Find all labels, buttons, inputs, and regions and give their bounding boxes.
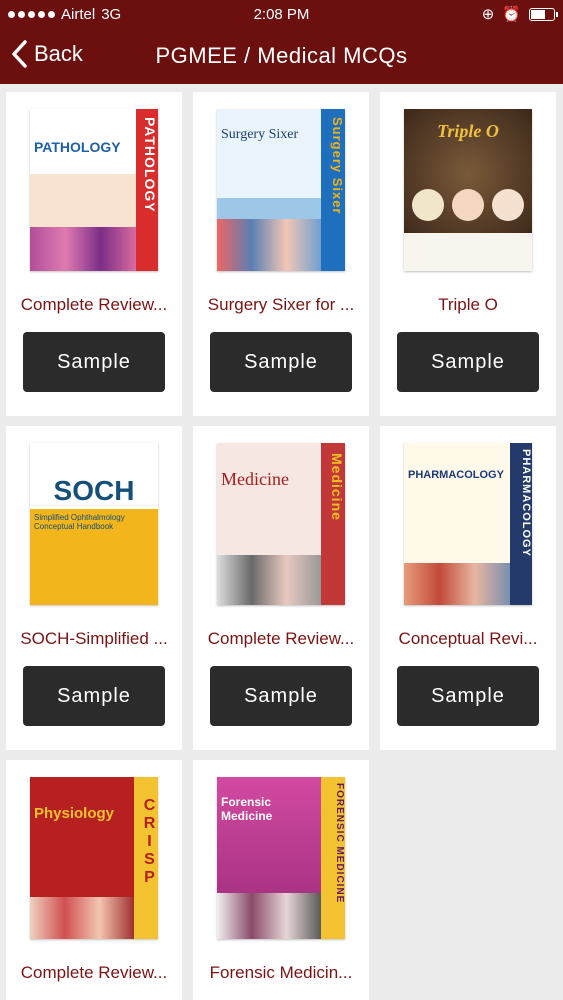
book-cover-image[interactable]: Surgery Sixer Surgery Sixer bbox=[217, 109, 345, 271]
cover-title: SOCH bbox=[53, 475, 135, 506]
book-cover-image[interactable]: Physiology CRISP bbox=[30, 777, 158, 939]
clock: 2:08 PM bbox=[253, 6, 310, 23]
cover-title: Surgery Sixer bbox=[221, 127, 299, 142]
cover-title: PATHOLOGY bbox=[34, 139, 121, 155]
cover-spine-text: PATHOLOGY bbox=[142, 117, 158, 213]
sample-button[interactable]: Sample bbox=[210, 666, 352, 726]
cover-title: Forensic Medicine bbox=[221, 795, 273, 823]
book-card[interactable]: PHARMACOLOGY PHARMACOLOGY Conceptual Rev… bbox=[380, 426, 556, 750]
book-title[interactable]: SOCH-Simplified ... bbox=[10, 629, 178, 649]
navigation-bar: Back PGMEE / Medical MCQs bbox=[0, 30, 563, 84]
sample-button[interactable]: Sample bbox=[23, 332, 165, 392]
book-title[interactable]: Complete Review... bbox=[10, 295, 178, 315]
book-cover-image[interactable]: PHARMACOLOGY PHARMACOLOGY bbox=[404, 443, 532, 605]
book-cover-image[interactable]: Triple O bbox=[404, 109, 532, 271]
book-title[interactable]: Conceptual Revi... bbox=[384, 629, 552, 649]
book-title[interactable]: Complete Review... bbox=[10, 963, 178, 983]
book-card[interactable]: Surgery Sixer Surgery Sixer Surgery Sixe… bbox=[193, 92, 369, 416]
book-card[interactable]: Forensic Medicine FORENSIC MEDICINE Fore… bbox=[193, 760, 369, 1000]
cover-subtitle: Simplified Ophthalmology Conceptual Hand… bbox=[34, 513, 125, 531]
book-card[interactable]: Physiology CRISP Complete Review... bbox=[6, 760, 182, 1000]
cover-spine-text: FORENSIC MEDICINE bbox=[334, 783, 345, 904]
book-title[interactable]: Forensic Medicin... bbox=[197, 963, 365, 983]
book-card[interactable]: Triple O Triple O Sample bbox=[380, 92, 556, 416]
cover-spine-text: Medicine bbox=[329, 453, 345, 521]
book-title[interactable]: Complete Review... bbox=[197, 629, 365, 649]
cover-spine-text: Surgery Sixer bbox=[330, 117, 345, 215]
status-icons: ⊕ ⏰ bbox=[481, 5, 558, 23]
cover-title: Physiology bbox=[34, 805, 115, 822]
sample-button[interactable]: Sample bbox=[210, 332, 352, 392]
book-cover-image[interactable]: Forensic Medicine FORENSIC MEDICINE bbox=[217, 777, 345, 939]
cover-title: Medicine bbox=[221, 469, 289, 489]
sample-button[interactable]: Sample bbox=[23, 666, 165, 726]
battery-icon bbox=[529, 7, 558, 21]
cover-title: PHARMACOLOGY bbox=[408, 469, 504, 481]
book-card[interactable]: PATHOLOGY PATHOLOGY Complete Review... S… bbox=[6, 92, 182, 416]
status-bar: Airtel 3G 2:08 PM ⊕ ⏰ bbox=[0, 0, 563, 30]
book-title[interactable]: Surgery Sixer for ... bbox=[197, 295, 365, 315]
sample-button[interactable]: Sample bbox=[397, 332, 539, 392]
rotation-lock-icon: ⊕ bbox=[481, 6, 495, 23]
cover-spine-text: PHARMACOLOGY bbox=[520, 449, 532, 557]
cover-title: Triple O bbox=[437, 121, 499, 141]
book-card[interactable]: SOCH Simplified Ophthalmology Conceptual… bbox=[6, 426, 182, 750]
sample-button[interactable]: Sample bbox=[397, 666, 539, 726]
cover-spine-text: CRISP bbox=[141, 797, 158, 887]
page-title: PGMEE / Medical MCQs bbox=[155, 43, 408, 68]
alarm-icon: ⏰ bbox=[502, 6, 521, 23]
book-cover-image[interactable]: SOCH Simplified Ophthalmology Conceptual… bbox=[30, 443, 158, 605]
book-grid: PATHOLOGY PATHOLOGY Complete Review... S… bbox=[6, 92, 557, 1000]
book-cover-image[interactable]: PATHOLOGY PATHOLOGY bbox=[30, 109, 158, 271]
book-cover-image[interactable]: Medicine Medicine bbox=[217, 443, 345, 605]
book-card[interactable]: Medicine Medicine Complete Review... Sam… bbox=[193, 426, 369, 750]
book-title[interactable]: Triple O bbox=[384, 295, 552, 315]
